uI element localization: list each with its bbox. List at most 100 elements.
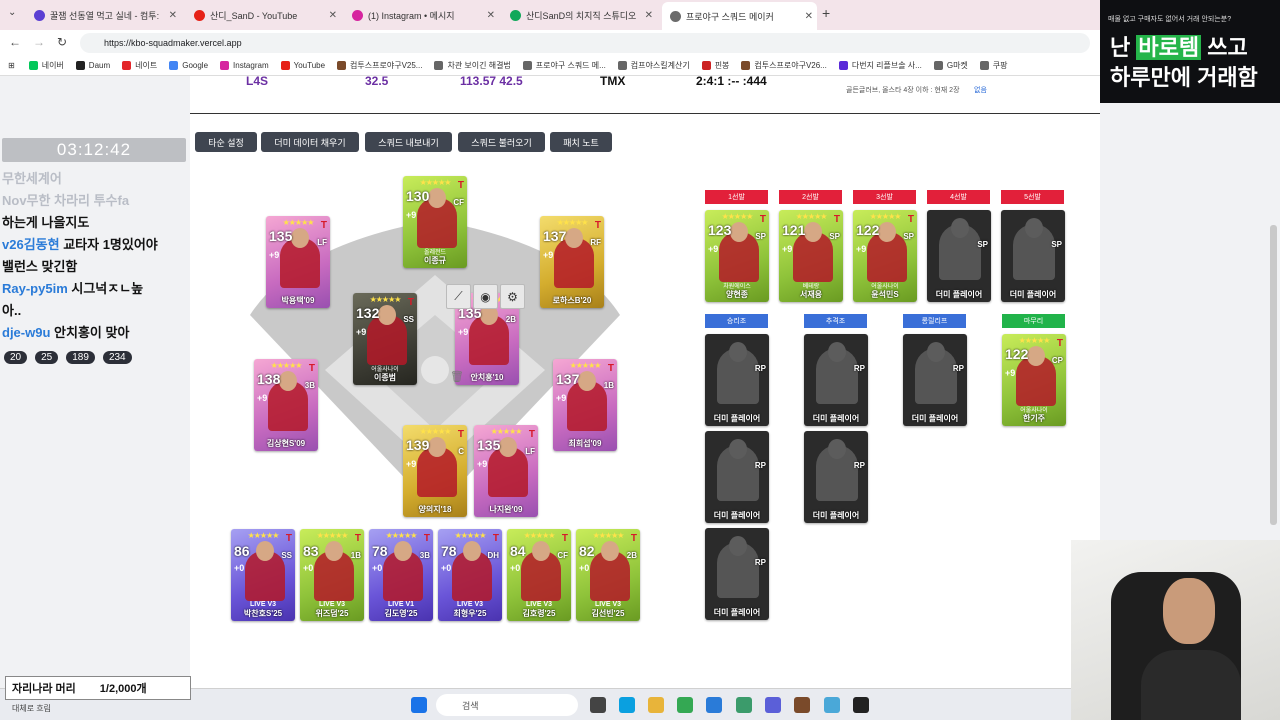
game-icon[interactable] [794,697,810,713]
monitor-icon[interactable] [706,697,722,713]
teams-icon[interactable] [765,697,781,713]
slot-label: 5선발 [1001,190,1064,204]
bench-card[interactable]: ★★★★★ T 82 2B +0 LIVE V3 김선빈'25 [576,529,640,621]
batting-order-button[interactable]: 타순 설정 [195,132,257,152]
bookmark-daum[interactable]: Daum [75,61,110,70]
tab-5-active[interactable]: 프로야구 스쿼드 메이커 ✕ [662,2,817,30]
close-icon[interactable]: ✕ [487,10,495,21]
relief-pitcher-card[interactable]: RP 더미 플레이어 [804,334,868,426]
close-icon[interactable]: ✕ [805,11,813,22]
closer-card[interactable]: ★★★★★ T 122 CP +9 어울사나이 한기주 [1002,334,1066,426]
bookmark-youtube[interactable]: YouTube [280,61,325,70]
trash-icon[interactable]: 🗑 [450,370,464,383]
starting-pitcher-card[interactable]: ★★★★★ T 123 SP +9 차원에이스 양현종 [705,210,769,302]
chrome-icon[interactable] [677,697,693,713]
back-arrow-icon[interactable]: ← [9,35,21,49]
bookmark-dabeonji[interactable]: 다번지 리플브솔 사... [838,60,922,71]
bookmark-fix[interactable]: 차관 보이긴 해결법 [434,60,511,71]
dabeonji-icon [838,61,848,70]
fielder-card[interactable]: ★★★★★ T 132 SS +9 어울사나이 이종범 [353,293,417,385]
start-icon[interactable] [411,697,427,713]
instagram-icon [352,9,363,21]
taskbar-search[interactable]: 검색 [436,694,578,716]
fill-dummy-data-button[interactable]: 더미 데이터 채우기 [261,132,359,152]
starting-pitcher-card[interactable]: SP 더미 플레이어 [1001,210,1065,302]
team-logo-icon: T [407,297,414,308]
relief-pitcher-card[interactable]: RP 더미 플레이어 [705,528,769,620]
export-squad-button[interactable]: 스쿼드 내보내기 [365,132,452,152]
user-icon[interactable]: ◉ [473,284,498,309]
starting-pitcher-card[interactable]: SP 더미 플레이어 [927,210,991,302]
close-icon[interactable]: ✕ [645,10,653,21]
fielder-card[interactable]: ★★★★★ T 135 LF +9 박용택'09 [266,216,330,308]
patch-notes-button[interactable]: 패치 노트 [550,132,612,152]
bench-card[interactable]: ★★★★★ T 83 1B +0 LIVE V3 위즈덤'25 [300,529,364,621]
bookmark-com2us-2[interactable]: 컴투스프로야구V26... [741,60,827,71]
bookmark-naver[interactable]: 네이버 [28,60,64,71]
bookmark-pinbong[interactable]: 핀봉 [701,60,729,71]
fielder-card[interactable]: ★★★★★ T 139 C +9 양의지'18 [403,425,467,517]
tab-2[interactable]: 산디_SanD - YouTube ✕ [186,4,341,26]
fielder-card[interactable]: ★★★★★ T 137 RF +9 로하스B'20 [540,216,604,308]
chart-icon[interactable]: ⟋ [446,284,471,309]
player-portrait [567,371,607,431]
notepad-icon[interactable] [736,697,752,713]
card-subtitle: LIVE V3 [525,601,553,608]
player-portrait [816,342,858,404]
close-icon[interactable]: ✕ [169,10,177,21]
chat-text: 시그넉ㅈㄴ높 [71,281,144,296]
starting-pitcher-card[interactable]: ★★★★★ T 121 SP +9 베테랑 서재응 [779,210,843,302]
forward-arrow-icon[interactable]: → [33,35,45,49]
streamer-head [1163,578,1215,644]
bookmark-com2us-1[interactable]: 컴투스프로야구V25... [337,60,422,71]
fielder-card[interactable]: ★★★★★ T 135 LF +9 나지완'09 [474,425,538,517]
bg-app-icon[interactable] [853,697,869,713]
bench-card[interactable]: ★★★★★ T 86 SS +0 LIVE V3 박찬호S'25 [231,529,295,621]
tab-3[interactable]: (1) Instagram • 메시지 ✕ [344,4,499,26]
relief-pitcher-card[interactable]: RP 더미 플레이어 [705,334,769,426]
page-scrollbar[interactable] [1270,225,1277,525]
relief-pitcher-card[interactable]: RP 더미 플레이어 [705,431,769,523]
player-name: 박용택'09 [281,296,315,305]
bookmark-gmarket[interactable]: G마켓 [933,60,968,71]
reload-icon[interactable]: ↻ [57,35,67,49]
bookmark-google[interactable]: Google [169,61,208,70]
slot-label: 롱릴리프 [903,314,966,328]
tab-1[interactable]: 꿀잼 선동열 먹고 실네 - 컴투: ✕ [26,4,181,26]
bookmark-skillcalc[interactable]: 컴프야스킬계산기 [617,60,690,71]
overall-rating: 78 [372,543,388,559]
fielder-card[interactable]: ★★★★★ T 130 CF +9 올레전드 이종규 [403,176,467,268]
new-tab-button[interactable]: + [822,5,830,21]
address-bar[interactable]: https://kbo-squadmaker.vercel.app [80,33,1090,53]
apps-grid-icon[interactable]: ⊞ [8,61,15,70]
load-squad-button[interactable]: 스쿼드 불러오기 [458,132,545,152]
relief-pitcher-card[interactable]: RP 더미 플레이어 [903,334,967,426]
player-portrait [521,541,561,601]
player-name: 김상현S'09 [266,439,306,448]
bookmarks-bar: ⊞ 네이버 Daum 네이트 Google Instagram YouTube … [0,56,1100,76]
edge-icon[interactable] [619,697,635,713]
bookmark-squad[interactable]: 프로야구 스쿼드 메... [522,60,606,71]
relief-pitcher-card[interactable]: RP 더미 플레이어 [804,431,868,523]
viewer-count: 20 [4,351,28,364]
none-link[interactable]: 없음 [974,85,987,95]
player-name: 더미 플레이어 [911,414,959,423]
naver-icon [28,61,38,70]
app-icon[interactable] [824,697,840,713]
adjust-icon[interactable]: ⚙ [500,284,525,309]
starting-pitcher-card[interactable]: ★★★★★ T 122 SP +9 어울사나이 윤석민S [853,210,917,302]
fielder-card[interactable]: ★★★★★ T 137 1B +9 최희섭'09 [553,359,617,451]
folder-icon[interactable] [648,697,664,713]
fielder-card[interactable]: ★★★★★ T 138 3B +9 김상현S'09 [254,359,318,451]
tab-list-icon[interactable]: ⌄ [8,7,16,18]
task-view-icon[interactable] [590,697,606,713]
bookmark-nate[interactable]: 네이트 [122,60,157,71]
bookmark-coupang[interactable]: 쿠팡 [979,60,1008,71]
close-icon[interactable]: ✕ [329,10,337,21]
bench-card[interactable]: ★★★★★ T 78 DH +0 LIVE V3 최형우'25 [438,529,502,621]
stream-timer: 03:12:42 [2,138,186,162]
bench-card[interactable]: ★★★★★ T 78 3B +0 LIVE V1 김도영'25 [369,529,433,621]
bench-card[interactable]: ★★★★★ T 84 CF +0 LIVE V3 김호령'25 [507,529,571,621]
tab-4[interactable]: 산디SanD의 치지직 스튜디오 ✕ [502,4,657,26]
bookmark-instagram[interactable]: Instagram [220,61,269,70]
